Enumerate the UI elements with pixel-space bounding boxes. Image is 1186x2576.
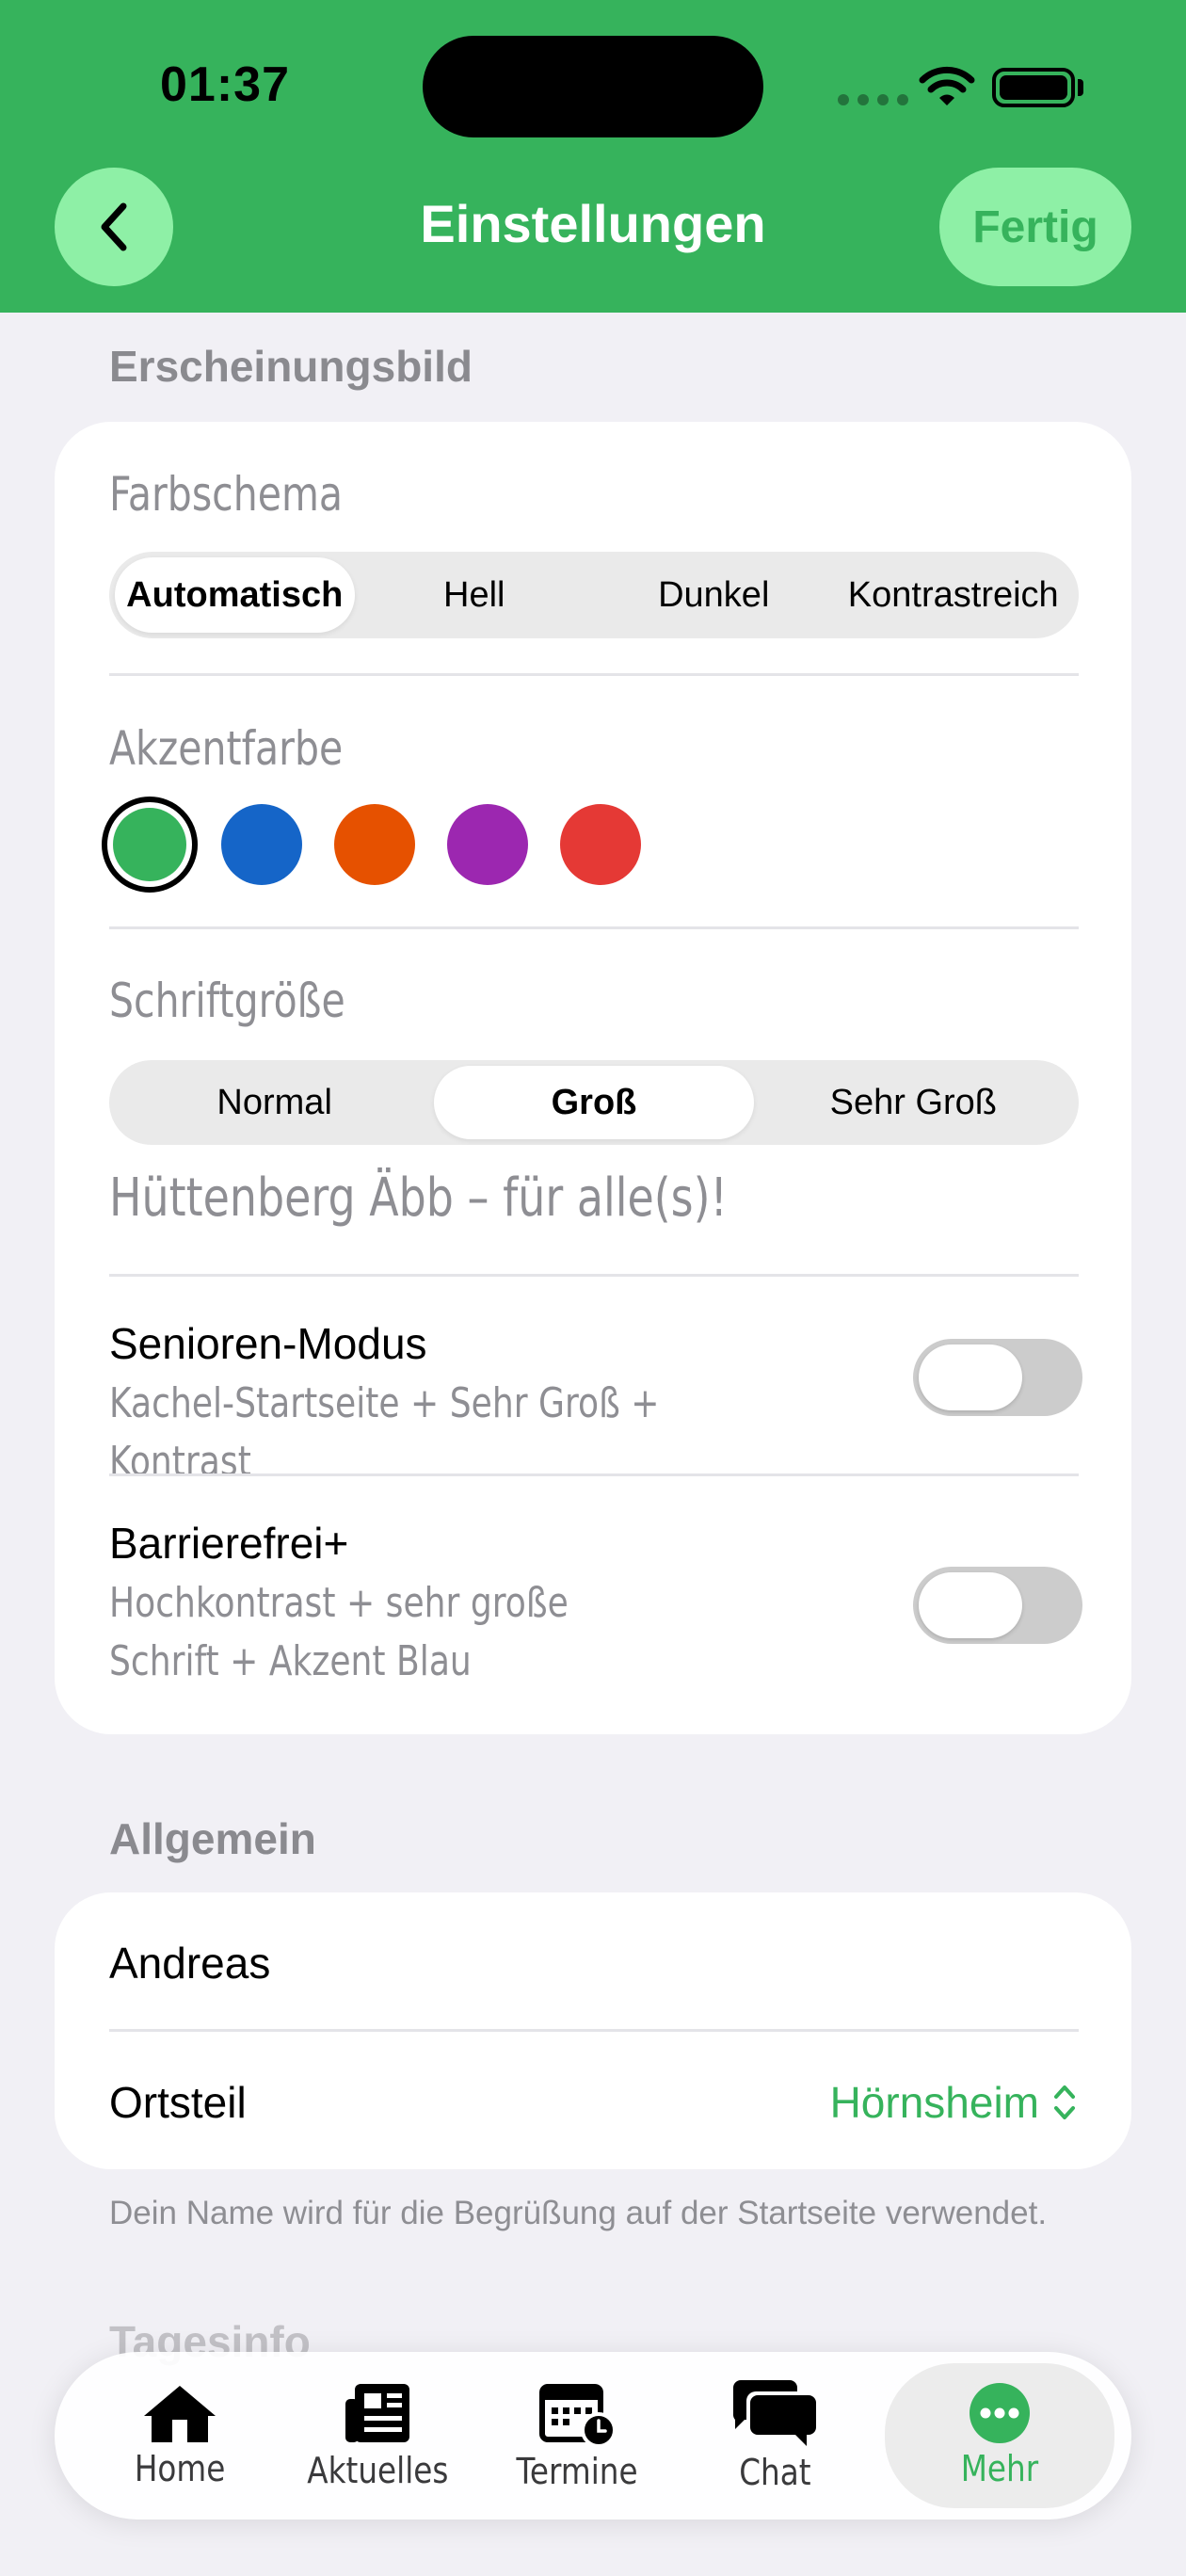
segment-large[interactable]: Groß (434, 1066, 754, 1139)
font-size-label: Schriftgröße (109, 974, 345, 1028)
battery-cap (1078, 79, 1083, 96)
color-scheme-selector: Automatisch Hell Dunkel Kontrastreich (109, 552, 1079, 638)
calendar-icon (539, 2384, 617, 2447)
name-footnote: Dein Name wird für die Begrüßung auf der… (109, 2195, 1048, 2231)
general-card: Andreas Ortsteil Hörnsheim (55, 1892, 1131, 2169)
accessible-plus-toggle[interactable] (913, 1567, 1082, 1644)
accessible-plus-subtitle: Hochkontrast + sehr große Schrift + Akze… (109, 1579, 569, 1685)
house-icon (144, 2386, 216, 2442)
accent-swatch-red[interactable] (560, 804, 641, 885)
tab-more[interactable]: Mehr (885, 2363, 1114, 2508)
accent-swatch-green[interactable] (102, 797, 198, 893)
status-time: 01:37 (160, 57, 290, 112)
tab-events[interactable]: Termine (489, 2352, 665, 2520)
more-icon (970, 2383, 1030, 2443)
cellular-signal-icon (838, 94, 908, 105)
name-field[interactable]: Andreas (109, 1938, 270, 1988)
accent-color-label: Akzentfarbe (109, 721, 344, 776)
chat-bubbles-icon (732, 2380, 816, 2446)
divider (109, 2029, 1079, 2032)
accessible-plus-title: Barrierefrei+ (109, 1519, 349, 1568)
tab-home[interactable]: Home (92, 2352, 267, 2520)
wifi-icon (919, 66, 975, 105)
tab-chat[interactable]: Chat (687, 2352, 862, 2520)
color-scheme-label: Farbschema (109, 467, 344, 522)
segment-normal[interactable]: Normal (115, 1066, 434, 1139)
section-label-appearance: Erscheinungsbild (109, 342, 473, 391)
accent-swatch-orange[interactable] (334, 804, 415, 885)
app-header: 01:37 Einstellungen Fertig (0, 0, 1186, 313)
font-size-selector: Normal Groß Sehr Groß (109, 1060, 1079, 1145)
divider (109, 1274, 1079, 1277)
battery-icon (992, 68, 1075, 107)
toggle-knob (919, 1344, 1022, 1410)
district-picker[interactable]: Hörnsheim (830, 2077, 1077, 2128)
senior-mode-toggle[interactable] (913, 1339, 1082, 1416)
section-label-general: Allgemein (109, 1814, 316, 1863)
tab-news[interactable]: Aktuelles (290, 2352, 465, 2520)
appearance-card: Farbschema Automatisch Hell Dunkel Kontr… (55, 422, 1131, 1734)
dynamic-island (423, 36, 763, 137)
segment-extra-large[interactable]: Sehr Groß (754, 1066, 1073, 1139)
segment-light[interactable]: Hell (355, 557, 595, 633)
newspaper-icon (345, 2384, 409, 2442)
done-button[interactable]: Fertig (939, 168, 1131, 286)
divider (109, 926, 1079, 929)
accent-swatch-purple[interactable] (447, 804, 528, 885)
font-preview-text: Hüttenberg Äbb – für alle(s)! (109, 1167, 728, 1229)
chevron-up-down-icon (1054, 2085, 1075, 2119)
toggle-knob (919, 1572, 1022, 1638)
divider (109, 1473, 1079, 1476)
divider (109, 673, 1079, 676)
tab-bar: Home Aktuelles Termine Chat Mehr (55, 2352, 1131, 2520)
district-value: Hörnsheim (829, 2078, 1039, 2127)
accent-swatch-blue[interactable] (221, 804, 302, 885)
segment-high-contrast[interactable]: Kontrastreich (834, 557, 1074, 633)
segment-automatic[interactable]: Automatisch (115, 557, 355, 633)
senior-mode-title: Senioren-Modus (109, 1319, 427, 1368)
segment-dark[interactable]: Dunkel (594, 557, 834, 633)
district-label: Ortsteil (109, 2078, 247, 2127)
